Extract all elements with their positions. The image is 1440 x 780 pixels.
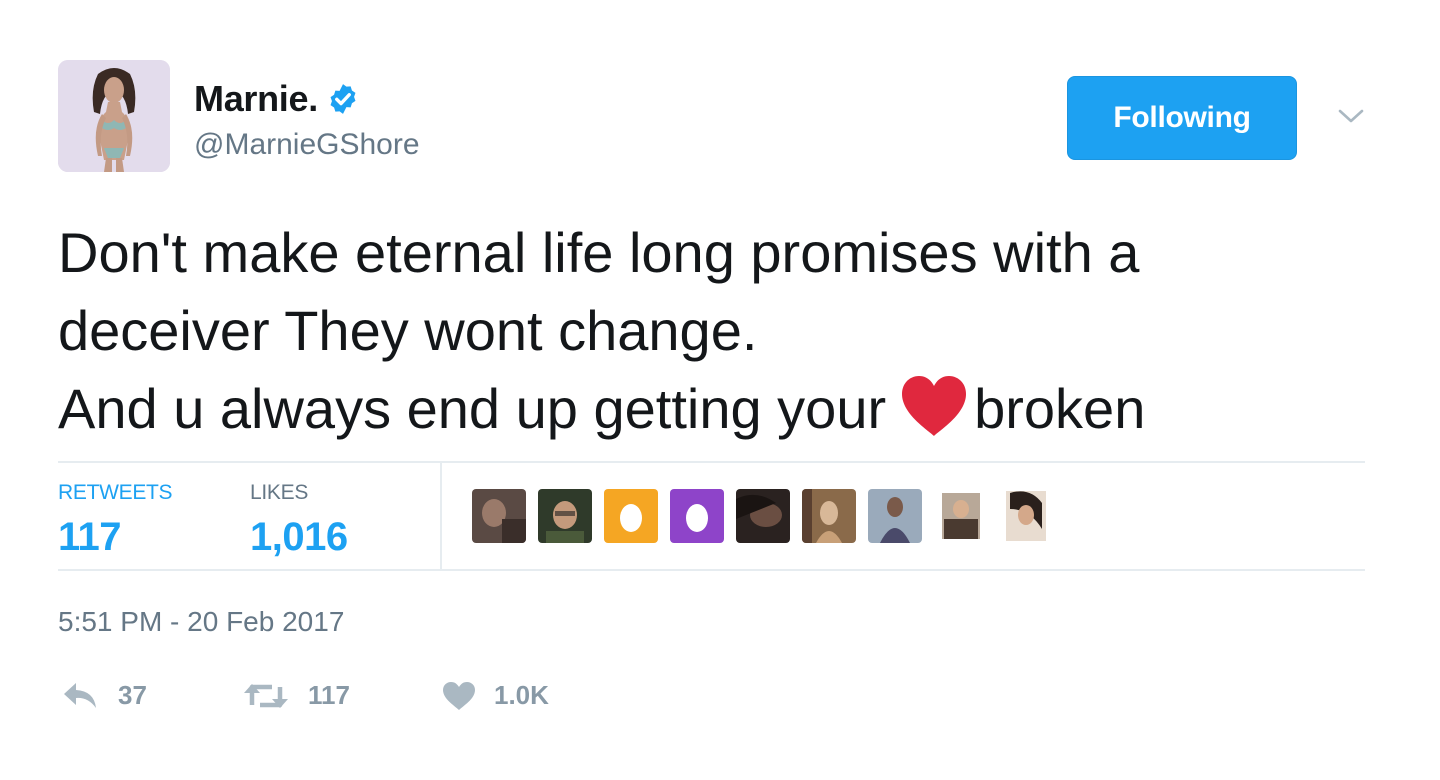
reply-count: 37	[118, 680, 147, 710]
retweet-count: 117	[308, 680, 350, 710]
tweet-timestamp[interactable]: 5:51 PM - 20 Feb 2017	[58, 606, 344, 638]
red-heart-emoji-icon	[902, 376, 967, 436]
verified-badge-icon	[330, 84, 356, 114]
likes-label: LIKES	[250, 481, 309, 504]
following-button[interactable]: Following	[1067, 76, 1297, 160]
liker-avatar[interactable]	[868, 489, 922, 543]
reply-icon	[64, 682, 96, 708]
retweets-count: 117	[58, 515, 122, 559]
reply-button[interactable]: 37	[62, 680, 242, 711]
likes-count: 1,016	[250, 515, 348, 559]
user-display-name[interactable]: Marnie.	[194, 78, 318, 120]
stats-divider	[440, 463, 442, 569]
tweet-text: Don't make eternal life long promises wi…	[58, 214, 1378, 448]
user-name-row[interactable]: Marnie.	[194, 78, 360, 120]
tweet-line-1: Don't make eternal life long promises wi…	[58, 221, 1140, 284]
liker-avatar[interactable]	[538, 489, 592, 543]
tweet-line-3-suffix: broken	[974, 377, 1146, 440]
like-button[interactable]: 1.0K	[442, 680, 549, 711]
liker-avatar[interactable]	[736, 489, 790, 543]
profile-avatar[interactable]	[58, 60, 170, 172]
likers-avatars	[472, 489, 1054, 543]
tweet-stats: RETWEETS 117 LIKES 1,016	[58, 461, 1365, 571]
tweet-line-3: And u always end up getting your broken	[58, 370, 1378, 448]
tweet-line-3-text: And u always end up getting your	[58, 377, 887, 440]
liker-avatar[interactable]	[1000, 489, 1054, 543]
tweet-actions: 37 117 1.0K	[62, 680, 549, 711]
heart-icon	[443, 681, 475, 710]
retweets-label: RETWEETS	[58, 481, 173, 504]
liker-avatar-egg-orange[interactable]	[604, 489, 658, 543]
retweet-button[interactable]: 117	[242, 680, 442, 711]
like-count: 1.0K	[494, 680, 549, 710]
liker-avatar[interactable]	[934, 489, 988, 543]
retweets-stat[interactable]: RETWEETS 117	[58, 481, 173, 560]
tweet-line-2: deceiver They wont change.	[58, 299, 758, 362]
likes-stat[interactable]: LIKES 1,016	[250, 481, 348, 560]
avatar-image	[58, 60, 170, 172]
liker-avatar[interactable]	[472, 489, 526, 543]
chevron-down-icon[interactable]	[1336, 104, 1366, 128]
user-handle[interactable]: @MarnieGShore	[194, 128, 420, 162]
retweet-icon	[244, 683, 288, 708]
liker-avatar-egg-purple[interactable]	[670, 489, 724, 543]
liker-avatar[interactable]	[802, 489, 856, 543]
